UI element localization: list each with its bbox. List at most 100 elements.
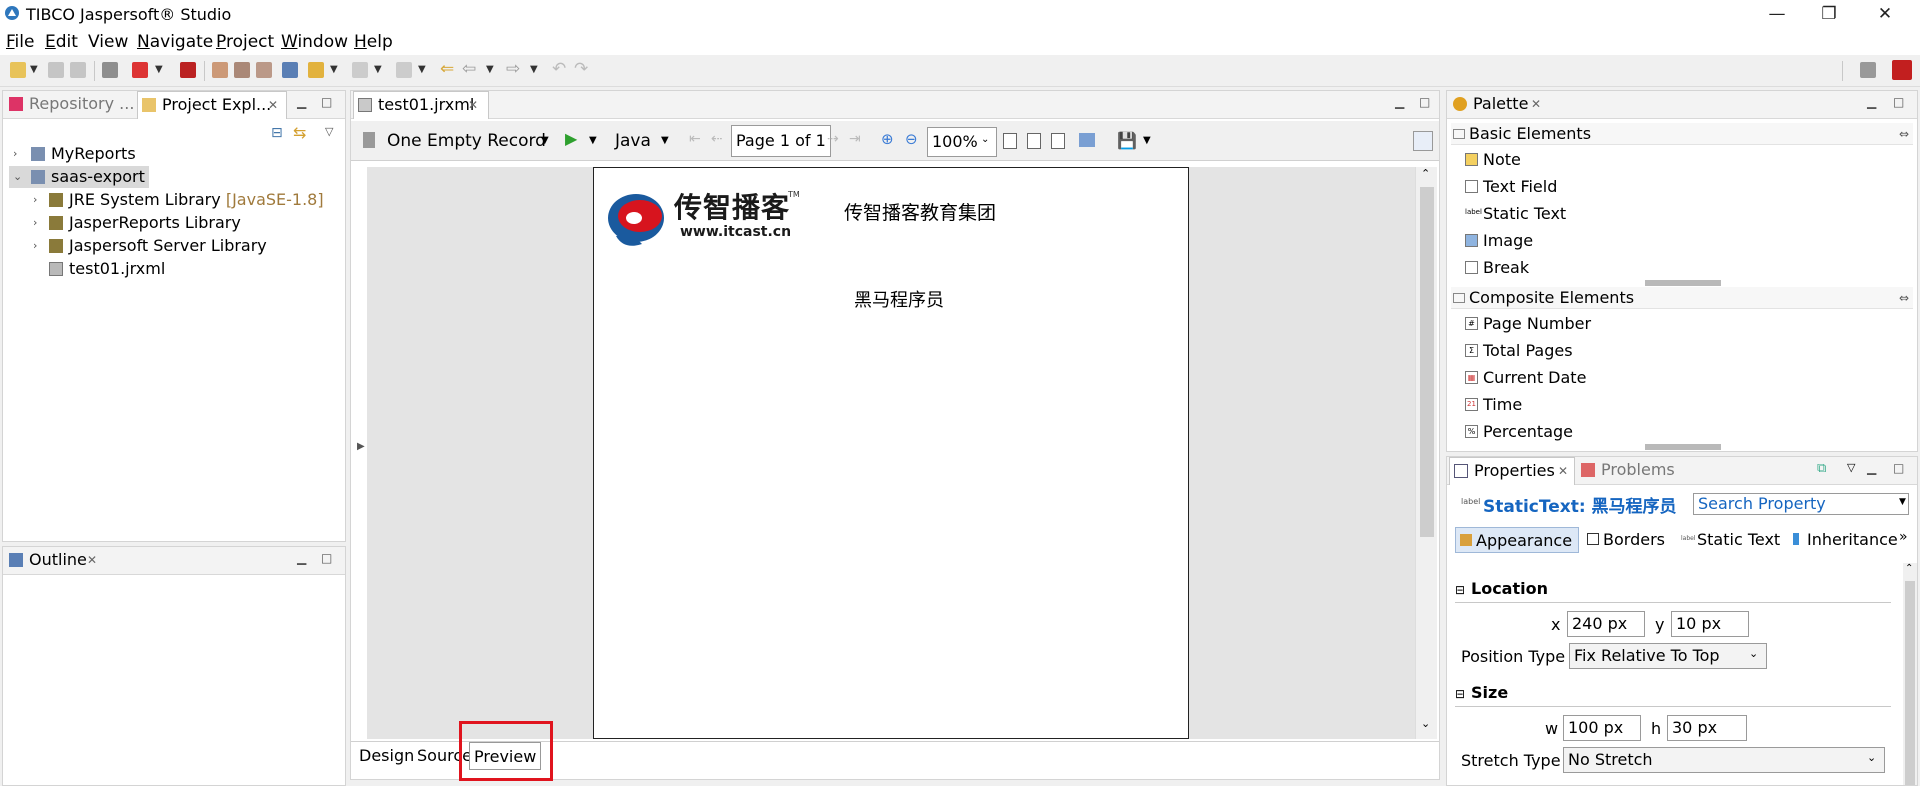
menu-window[interactable]: Window [281,32,348,52]
palette-item-static-text[interactable]: label Static Text [1451,203,1566,225]
palette-item-image[interactable]: Image [1451,230,1533,252]
link-with-editor-icon[interactable]: ⇆ [293,123,306,142]
scroll-thumb[interactable] [1905,581,1915,785]
next-page-icon[interactable]: ⇢ [827,131,839,147]
palette-item-time[interactable]: 21 Time [1451,394,1522,416]
collapse-section-icon[interactable]: ⊟ [1455,687,1465,701]
position-type-select[interactable]: Fix Relative To Top [1569,643,1767,669]
undo-icon[interactable]: ↶ [552,59,566,79]
drawer-resize-handle[interactable] [1645,280,1721,286]
palette-section-composite-elements[interactable]: Composite Elements ⇔ [1451,287,1913,309]
minimize-view-icon[interactable]: ▁ [297,551,306,565]
properties-scrollbar[interactable]: ⌃ [1903,563,1917,785]
x-field[interactable]: 240 px [1567,611,1645,637]
zoom-out-icon[interactable]: ⊖ [905,130,918,148]
page-indicator[interactable]: Page 1 of 1 [731,125,831,157]
palette-item-note[interactable]: Note [1451,149,1521,171]
tab-test01-jrxml[interactable]: test01.jrxml ✕ [353,91,489,119]
data-adapter-selector[interactable]: One Empty Record [387,131,546,151]
publish-dropdown-icon[interactable]: ▼ [155,64,163,75]
menu-file[interactable]: File [6,32,34,52]
scroll-thumb[interactable] [1420,187,1434,537]
expand-icon[interactable]: › [33,235,37,257]
back-dropdown-icon[interactable]: ▼ [486,64,494,75]
maximize-view-icon[interactable]: □ [321,551,332,565]
pin-drawer-icon[interactable]: ⇔ [1899,287,1909,309]
server-icon[interactable] [282,62,298,78]
position-type-dropdown-icon[interactable]: ⌄ [1749,647,1758,660]
view-menu-icon[interactable]: ▽ [325,125,333,138]
expand-icon[interactable]: › [13,143,17,165]
close-window-button[interactable]: ✕ [1862,0,1908,28]
expand-sidebar-icon[interactable]: ▶ [357,441,365,452]
collapse-section-icon[interactable]: ⊟ [1455,583,1465,597]
maximize-view-icon[interactable]: □ [1893,95,1904,109]
scroll-down-icon[interactable]: ⌄ [1421,717,1430,730]
menu-view[interactable]: View [88,32,128,52]
menu-edit[interactable]: Edit [45,32,78,52]
stretch-type-dropdown-icon[interactable]: ⌄ [1867,751,1876,764]
fit-page-icon[interactable] [1027,133,1041,149]
tools-icon[interactable] [308,62,324,78]
save-all-icon[interactable] [70,62,86,78]
maximize-editor-icon[interactable]: □ [1419,95,1430,109]
toggle-sidebar-icon[interactable] [1413,131,1433,151]
close-tab-icon[interactable]: ✕ [468,92,478,118]
collapse-icon[interactable]: ⌄ [13,166,22,188]
tree-item-test01-jrxml[interactable]: test01.jrxml [29,258,165,280]
tree-item-jasperreports-library[interactable]: › JasperReports Library [29,212,241,234]
tab-borders[interactable]: Borders [1583,527,1665,553]
close-tab-icon[interactable]: ✕ [87,547,97,573]
scroll-up-icon[interactable]: ⌃ [1905,563,1913,574]
tab-project-explorer[interactable]: Project Expl... ✕ [137,91,287,119]
minimize-view-icon[interactable]: ▁ [1867,461,1876,475]
tab-repository[interactable]: Repository ... [5,91,138,119]
search-property-input[interactable]: Search Property [1693,493,1909,515]
palette-item-total-pages[interactable]: Σ Total Pages [1451,340,1573,362]
export-icon[interactable]: 💾 [1117,131,1137,150]
next-annotation-icon[interactable] [352,62,368,78]
tab-outline[interactable]: Outline ✕ [5,547,105,575]
menu-project[interactable]: Project [216,32,274,52]
new-dropdown-icon[interactable]: ▼ [30,64,38,75]
previous-page-icon[interactable]: ⇠ [711,131,723,147]
forward-dropdown-icon[interactable]: ▼ [530,64,538,75]
wizard-icon[interactable] [256,62,272,78]
report-design-perspective-icon[interactable] [1892,60,1912,80]
height-field[interactable]: 30 px [1667,715,1747,741]
build-icon[interactable] [102,62,118,78]
search-dropdown-icon[interactable]: ▼ [1899,497,1906,507]
back-icon[interactable]: ⇦ [462,59,476,79]
menu-navigate[interactable]: Navigate [137,32,213,52]
language-dropdown-icon[interactable]: ▼ [661,135,669,146]
width-field[interactable]: 100 px [1563,715,1641,741]
drawer-resize-handle[interactable] [1645,444,1721,450]
new-icon[interactable] [10,62,26,78]
scroll-up-icon[interactable]: ⌃ [1421,167,1430,180]
more-tabs-icon[interactable]: » [1899,529,1908,545]
tab-palette[interactable]: Palette ✕ [1449,91,1541,119]
tree-item-jre-system-library[interactable]: › JRE System Library [JavaSE-1.8] [29,189,324,211]
view-mode-icon[interactable] [1079,133,1095,147]
last-edit-icon[interactable]: ⇐ [440,59,454,79]
tab-properties[interactable]: Properties ✕ [1449,457,1575,485]
data-adapter-dropdown-icon[interactable]: ▼ [541,135,549,146]
minimize-view-icon[interactable]: ▁ [1867,95,1876,109]
prev-annotation-dropdown-icon[interactable]: ▼ [418,64,426,75]
palette-section-basic-elements[interactable]: Basic Elements ⇔ [1451,123,1913,145]
forward-icon[interactable]: ⇨ [506,59,520,79]
expand-icon[interactable]: › [33,212,37,234]
new-report-icon[interactable] [212,62,228,78]
language-selector[interactable]: Java [615,131,651,151]
tools-dropdown-icon[interactable]: ▼ [330,64,338,75]
tree-item-jaspersoft-server-library[interactable]: › Jaspersoft Server Library [29,235,267,257]
maximize-view-icon[interactable]: □ [321,95,332,109]
fit-width-icon[interactable] [1051,133,1065,149]
palette-item-break[interactable]: Break [1451,257,1529,279]
minimize-editor-icon[interactable]: ▁ [1395,95,1404,109]
next-annotation-dropdown-icon[interactable]: ▼ [374,64,382,75]
minimize-view-icon[interactable]: ▁ [297,95,306,109]
expand-icon[interactable]: › [33,189,37,211]
y-field[interactable]: 10 px [1671,611,1749,637]
tree-item-saas-export[interactable]: ⌄ saas-export [9,166,149,188]
